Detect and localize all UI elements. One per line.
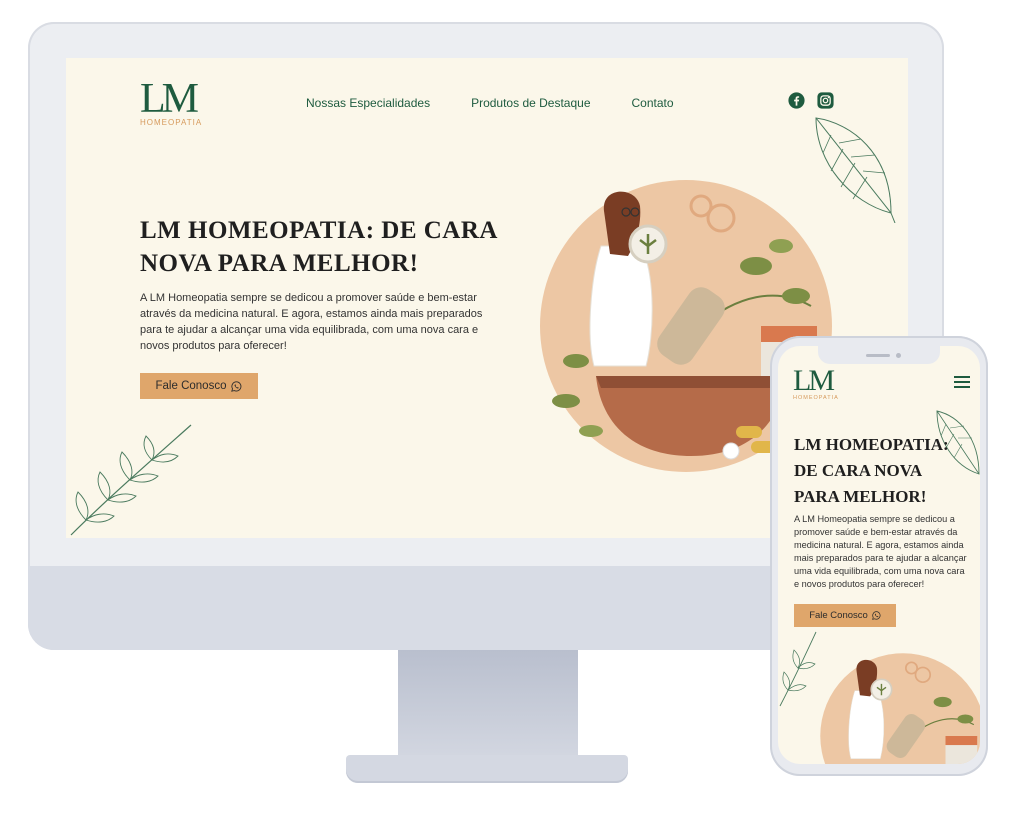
mobile-logo-subtitle: HOMEOPATIA: [793, 395, 839, 401]
mobile-pharmacist-illustration: [820, 653, 980, 764]
logo-subtitle: HOMEOPATIA: [140, 118, 203, 127]
mobile-logo-mark: LM: [793, 364, 835, 397]
phone-screen: LM HOMEOPATIA LM HOMEOPATIA: DE CARA NOV…: [778, 346, 980, 764]
nav-link-produtos[interactable]: Produtos de Destaque: [471, 96, 590, 110]
hero-description: A LM Homeopatia sempre se dedicou a prom…: [140, 292, 483, 352]
nav-link-contato[interactable]: Contato: [632, 96, 674, 110]
nav-link-especialidades[interactable]: Nossas Especialidades: [306, 96, 430, 110]
instagram-icon[interactable]: [817, 92, 834, 109]
mobile-whatsapp-icon: [871, 611, 881, 620]
hamburger-menu-icon[interactable]: [954, 376, 970, 391]
monitor-stand-base: [346, 755, 628, 783]
contact-button[interactable]: Fale Conosco: [140, 373, 258, 399]
monitor-stand-neck: [398, 650, 578, 760]
mobile-contact-button[interactable]: Fale Conosco: [794, 604, 896, 627]
logo-mark: LM: [140, 76, 199, 122]
phone-notch: [818, 346, 940, 364]
phone-camera: [896, 353, 901, 358]
contact-button-label: Fale Conosco: [155, 380, 227, 392]
main-nav: Nossas Especialidades Produtos de Destaq…: [306, 96, 674, 110]
social-links: [788, 92, 834, 109]
fern-decoration-icon: [70, 424, 192, 536]
mobile-hero-description: A LM Homeopatia sempre se dedicou a prom…: [794, 514, 967, 589]
whatsapp-icon: [231, 380, 242, 392]
mobile-fern-decoration-icon: [779, 631, 817, 707]
hero-title: LM HOMEOPATIA: DE CARA NOVA PARA MELHOR!: [140, 217, 497, 277]
mobile-hero-title: LM HOMEOPATIA: DE CARA NOVA PARA MELHOR!: [794, 435, 949, 506]
facebook-icon[interactable]: [788, 92, 805, 109]
logo[interactable]: LM HOMEOPATIA: [140, 78, 202, 127]
mobile-logo[interactable]: LM HOMEOPATIA: [793, 364, 839, 402]
phone-speaker: [866, 354, 890, 357]
mobile-contact-button-label: Fale Conosco: [809, 610, 868, 621]
